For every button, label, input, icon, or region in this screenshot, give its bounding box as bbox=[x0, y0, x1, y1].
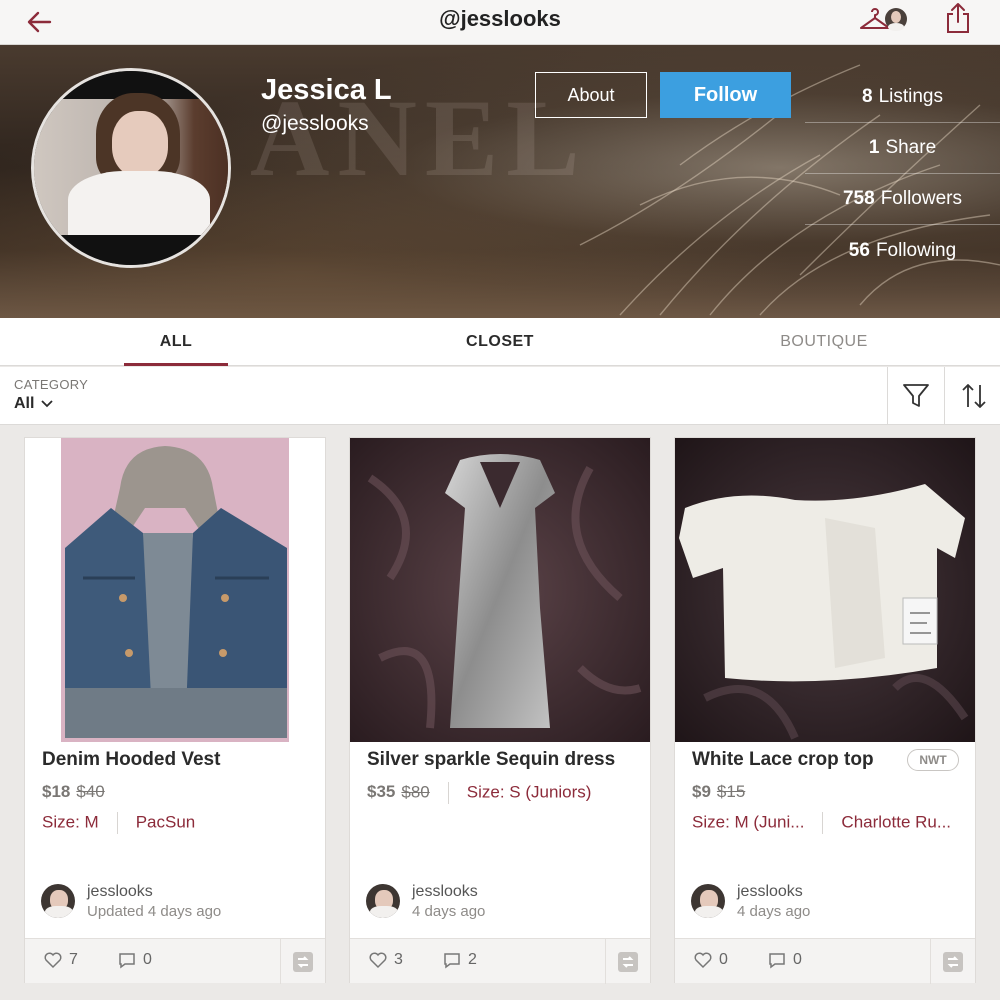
original-price: $80 bbox=[401, 782, 430, 802]
chevron-down-icon[interactable] bbox=[40, 397, 54, 409]
comment-icon bbox=[444, 953, 460, 969]
comment-button[interactable]: 2 bbox=[442, 951, 477, 969]
like-button[interactable]: 7 bbox=[43, 951, 78, 969]
listing-time: 4 days ago bbox=[737, 903, 811, 920]
listing-price: $18 bbox=[42, 782, 71, 801]
like-button[interactable]: 0 bbox=[693, 951, 728, 969]
listing-photo[interactable] bbox=[675, 438, 975, 742]
stat-followers[interactable]: 758 Followers bbox=[805, 174, 1000, 225]
original-price: $15 bbox=[716, 782, 746, 801]
seller-name[interactable]: jesslooks bbox=[87, 883, 153, 901]
like-count: 3 bbox=[394, 951, 403, 968]
hanger-icon[interactable] bbox=[858, 4, 916, 34]
share-listing-icon[interactable] bbox=[280, 939, 325, 984]
comment-icon bbox=[119, 953, 135, 969]
share-icon[interactable] bbox=[940, 0, 976, 36]
size-brand-row: Size: M PacSun bbox=[42, 812, 195, 834]
card-footer: 7 0 bbox=[25, 938, 325, 984]
comment-button[interactable]: 0 bbox=[117, 951, 152, 969]
listing-brand[interactable]: PacSun bbox=[136, 812, 196, 831]
comment-count: 0 bbox=[143, 951, 152, 968]
profile-handle: @jesslooks bbox=[261, 112, 369, 135]
top-bar: @jesslooks bbox=[0, 0, 1000, 45]
listing-brand[interactable]: Charlotte Ru... bbox=[841, 812, 951, 831]
listing-card[interactable]: Silver sparkle Sequin dress $35 $80 Size: … bbox=[349, 437, 651, 984]
like-button[interactable]: 3 bbox=[368, 951, 403, 969]
original-price: $40 bbox=[76, 782, 105, 801]
listing-size: Size: M bbox=[42, 812, 99, 832]
seller-avatar[interactable] bbox=[366, 884, 400, 918]
comment-count: 2 bbox=[468, 951, 477, 968]
listing-card[interactable]: Denim Hooded Vest $18 $40 Size: M PacSun j… bbox=[24, 437, 326, 984]
listing-title[interactable]: Denim Hooded Vest bbox=[42, 749, 220, 771]
listing-photo[interactable] bbox=[25, 438, 325, 742]
card-footer: 0 0 bbox=[675, 938, 975, 984]
tab-boutique[interactable]: BOUTIQUE bbox=[760, 318, 888, 366]
listing-time: 4 days ago bbox=[412, 903, 486, 920]
sort-icon[interactable] bbox=[958, 381, 990, 411]
like-count: 0 bbox=[719, 951, 728, 968]
size-brand-row: Size: M (Juni... Charlotte Ru... bbox=[692, 812, 951, 834]
tab-closet[interactable]: CLOSET bbox=[440, 318, 560, 366]
listing-title[interactable]: Silver sparkle Sequin dress bbox=[367, 749, 615, 771]
nwt-badge: NWT bbox=[907, 749, 959, 771]
listing-title[interactable]: White Lace crop top bbox=[692, 749, 874, 771]
seller-avatar[interactable] bbox=[41, 884, 75, 918]
heart-icon bbox=[369, 952, 387, 969]
stat-shares[interactable]: 1 Share bbox=[805, 123, 1000, 174]
price-row: $9 $15 bbox=[692, 782, 745, 802]
category-dropdown[interactable]: All bbox=[14, 395, 34, 413]
stat-listings[interactable]: 8 Listings bbox=[805, 72, 1000, 123]
like-count: 7 bbox=[69, 951, 78, 968]
filter-icon[interactable] bbox=[900, 381, 932, 411]
listing-photo[interactable] bbox=[350, 438, 650, 742]
comment-button[interactable]: 0 bbox=[767, 951, 802, 969]
listing-card[interactable]: White Lace crop top NWT $9 $15 Size: M (J… bbox=[674, 437, 976, 984]
seller-avatar[interactable] bbox=[691, 884, 725, 918]
category-label: CATEGORY bbox=[14, 377, 89, 392]
listing-time: Updated 4 days ago bbox=[87, 903, 222, 920]
seller-name[interactable]: jesslooks bbox=[737, 883, 803, 901]
profile-stats: 8 Listings 1 Share 758 Followers 56 Followin… bbox=[805, 72, 1000, 276]
listing-price: $9 bbox=[692, 782, 711, 801]
heart-icon bbox=[694, 952, 712, 969]
about-button[interactable]: About bbox=[535, 72, 647, 118]
stat-following[interactable]: 56 Following bbox=[805, 225, 1000, 276]
listing-size: Size: M (Juni... bbox=[692, 812, 805, 832]
listing-size: Size: S (Juniors) bbox=[466, 782, 592, 802]
comment-icon bbox=[769, 953, 785, 969]
comment-count: 0 bbox=[793, 951, 802, 968]
tab-all[interactable]: ALL bbox=[124, 318, 228, 366]
heart-icon bbox=[44, 952, 62, 969]
closet-tabs: ALL CLOSET BOUTIQUE bbox=[0, 318, 1000, 366]
share-listing-icon[interactable] bbox=[930, 939, 975, 984]
profile-avatar[interactable] bbox=[31, 68, 231, 268]
listing-price: $35 bbox=[367, 782, 396, 802]
card-footer: 3 2 bbox=[350, 938, 650, 984]
filter-bar: CATEGORY All bbox=[0, 367, 1000, 425]
share-listing-icon[interactable] bbox=[605, 939, 650, 984]
profile-name: Jessica L bbox=[261, 74, 392, 106]
page-title: @jesslooks bbox=[439, 6, 561, 31]
price-row: $35 $80 Size: S (Juniors) bbox=[367, 782, 591, 804]
follow-button[interactable]: Follow bbox=[660, 72, 791, 118]
seller-name[interactable]: jesslooks bbox=[412, 883, 478, 901]
price-row: $18 $40 bbox=[42, 782, 105, 802]
